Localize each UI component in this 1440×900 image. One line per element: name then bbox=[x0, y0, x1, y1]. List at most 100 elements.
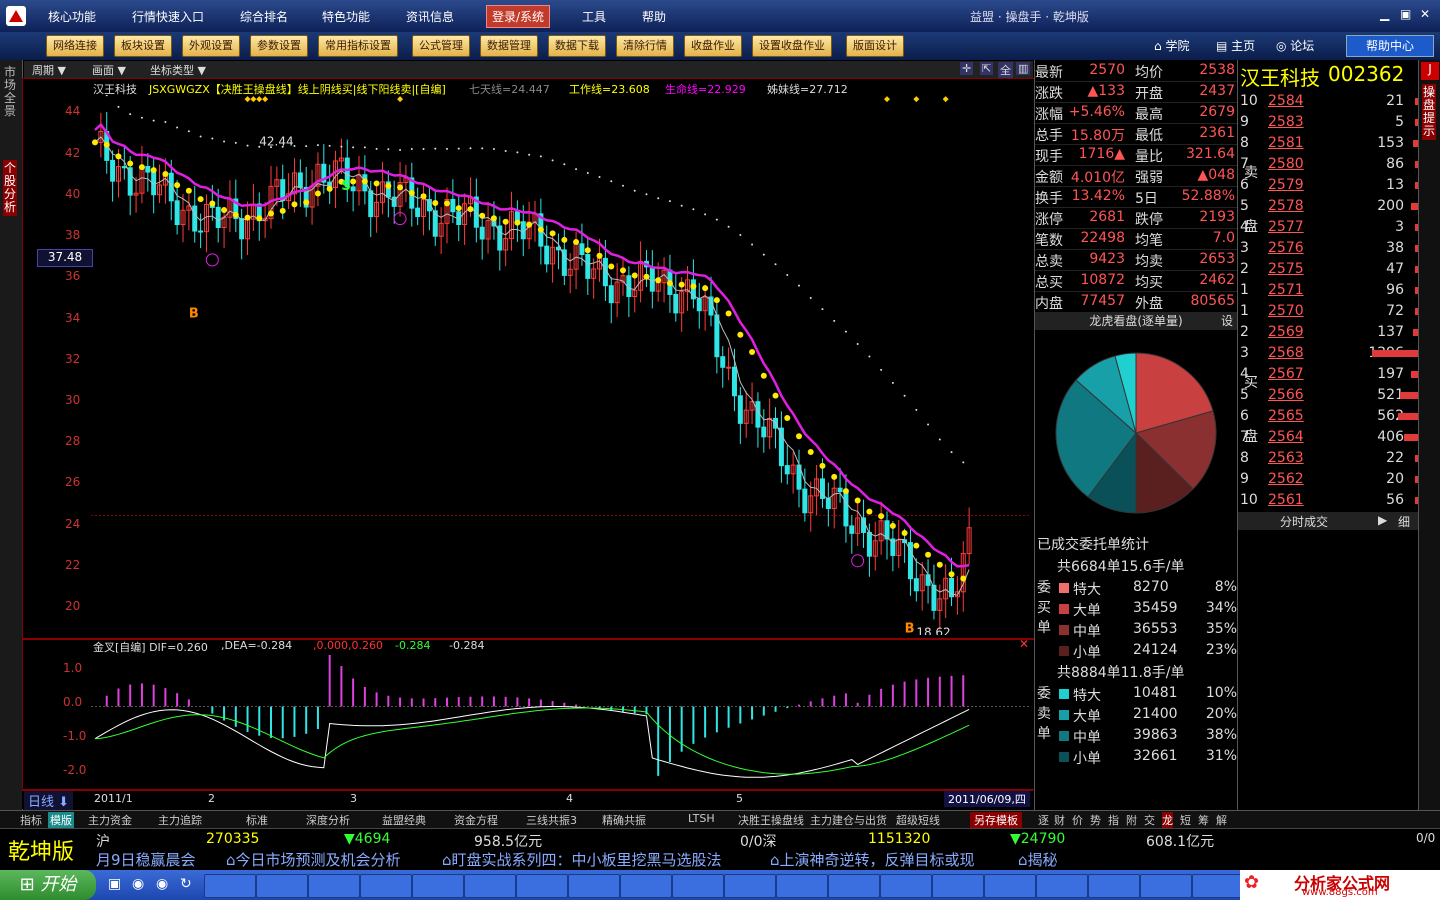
order-book-row[interactable]: 1 2570 72 bbox=[1238, 302, 1418, 322]
appearance-button[interactable]: 外观设置 bbox=[182, 35, 240, 57]
period-dropdown[interactable]: 周期 ▼ bbox=[32, 62, 66, 78]
close-icon[interactable]: ✕ bbox=[1420, 7, 1430, 21]
data-manage-button[interactable]: 数据管理 bbox=[480, 35, 538, 57]
order-book-row[interactable]: 7 2580 86 bbox=[1238, 155, 1418, 175]
taskbar-window-button[interactable] bbox=[464, 874, 516, 898]
taskbar-window-button[interactable] bbox=[516, 874, 568, 898]
forum-link[interactable]: ◎ 论坛 bbox=[1276, 37, 1314, 54]
full-icon[interactable]: 全 bbox=[998, 62, 1013, 78]
coord-dropdown[interactable]: 坐标类型 ▼ bbox=[150, 62, 206, 78]
quicklaunch-icon[interactable]: ◉ bbox=[156, 876, 168, 892]
taskbar-window-button[interactable] bbox=[880, 874, 932, 898]
price-plot[interactable]: 42.44 18.62 S B B bbox=[91, 95, 1031, 635]
set-close-job-button[interactable]: 设置收盘作业 bbox=[752, 35, 832, 57]
news-item[interactable]: ⌂上演神奇逆转，反弹目标或现 bbox=[770, 849, 975, 870]
indicator-tab[interactable]: 超级短线 bbox=[896, 812, 940, 828]
indicator-tab[interactable]: 价 bbox=[1072, 812, 1083, 828]
indicator-tab[interactable]: 益盟经典 bbox=[382, 812, 426, 828]
indicator-tab[interactable]: 主力追踪 bbox=[158, 812, 202, 828]
sector-settings-button[interactable]: 板块设置 bbox=[114, 35, 172, 57]
order-book-row[interactable]: 10 2561 56 bbox=[1238, 491, 1418, 511]
order-book-row[interactable]: 4 2577 3 bbox=[1238, 218, 1418, 238]
indicator-tab[interactable]: 决胜王操盘线 bbox=[738, 812, 804, 828]
start-button[interactable]: ⊞ 开始 bbox=[0, 870, 96, 900]
menu-ranking[interactable]: 综合排名 bbox=[240, 8, 288, 25]
taskbar-window-button[interactable] bbox=[1140, 874, 1192, 898]
data-download-button[interactable]: 数据下载 bbox=[548, 35, 606, 57]
indicator-settings-button[interactable]: 常用指标设置 bbox=[318, 35, 398, 57]
multi-icon[interactable]: ▥ bbox=[1016, 62, 1031, 75]
indicator-tab[interactable]: 短 bbox=[1180, 812, 1191, 828]
minimize-icon[interactable]: ▁ bbox=[1380, 7, 1389, 21]
taskbar-window-button[interactable] bbox=[1088, 874, 1140, 898]
quicklaunch-icon[interactable]: ↻ bbox=[180, 876, 192, 892]
order-book-row[interactable]: 7 2564 406 bbox=[1238, 428, 1418, 448]
indicator-tab[interactable]: 另存模板 bbox=[970, 812, 1022, 828]
taskbar-window-button[interactable] bbox=[568, 874, 620, 898]
network-button[interactable]: 网络连接 bbox=[46, 35, 104, 57]
order-book-row[interactable]: 10 2584 21 bbox=[1238, 92, 1418, 112]
order-book-row[interactable]: 9 2583 5 bbox=[1238, 113, 1418, 133]
taskbar-window-button[interactable] bbox=[1192, 874, 1244, 898]
order-book-row[interactable]: 5 2566 521 bbox=[1238, 386, 1418, 406]
taskbar-window-button[interactable] bbox=[776, 874, 828, 898]
indicator-tab[interactable]: 筹 bbox=[1198, 812, 1209, 828]
formula-button[interactable]: 公式管理 bbox=[412, 35, 470, 57]
menu-core[interactable]: 核心功能 bbox=[48, 8, 96, 25]
menu-login[interactable]: 登录/系统 bbox=[486, 5, 551, 28]
order-book-row[interactable]: 1 2571 96 bbox=[1238, 281, 1418, 301]
stock-analysis-tab[interactable]: 个股分析 bbox=[3, 160, 17, 216]
indicator-tab[interactable]: 深度分析 bbox=[306, 812, 350, 828]
indicator-tab[interactable]: 指标 bbox=[20, 812, 42, 828]
indicator-tab[interactable]: 主力建仓与出货 bbox=[810, 812, 887, 828]
indicator-tab[interactable]: 资金方程 bbox=[454, 812, 498, 828]
indicator-tab[interactable]: 标准 bbox=[246, 812, 268, 828]
taskbar-window-button[interactable] bbox=[620, 874, 672, 898]
taskbar-window-button[interactable] bbox=[308, 874, 360, 898]
order-book-row[interactable]: 6 2579 13 bbox=[1238, 176, 1418, 196]
indicator-tab[interactable]: 逐 bbox=[1038, 812, 1049, 828]
indicator-tab[interactable]: 主力资金 bbox=[88, 812, 132, 828]
order-book-row[interactable]: 8 2581 153 bbox=[1238, 134, 1418, 154]
indicator-tab[interactable]: 交 bbox=[1144, 812, 1155, 828]
order-book-row[interactable]: 3 2576 38 bbox=[1238, 239, 1418, 259]
indicator-tab[interactable]: 解 bbox=[1216, 812, 1227, 828]
indicator-tab[interactable]: 势 bbox=[1090, 812, 1101, 828]
taskbar-window-button[interactable] bbox=[412, 874, 464, 898]
clear-quotes-button[interactable]: 清除行情 bbox=[616, 35, 674, 57]
indicator-tab[interactable]: LTSH bbox=[688, 812, 715, 825]
indicator-tab[interactable]: 三线共振3 bbox=[526, 812, 577, 828]
order-book-row[interactable]: 5 2578 200 bbox=[1238, 197, 1418, 217]
restore-icon[interactable]: ▣ bbox=[1400, 7, 1411, 21]
params-button[interactable]: 参数设置 bbox=[250, 35, 308, 57]
taskbar-window-button[interactable] bbox=[984, 874, 1036, 898]
help-center-button[interactable]: 帮助中心 bbox=[1346, 35, 1434, 57]
taskbar-window-button[interactable] bbox=[360, 874, 412, 898]
taskbar-window-button[interactable] bbox=[672, 874, 724, 898]
menu-features[interactable]: 特色功能 bbox=[322, 8, 370, 25]
crosshair-icon[interactable]: ✛ bbox=[960, 62, 974, 75]
news-item[interactable]: ⌂盯盘实战系列四：中小板里挖黑马选股法 bbox=[442, 849, 722, 870]
menu-news[interactable]: 资讯信息 bbox=[406, 8, 454, 25]
period-selector[interactable]: 日线 ⬇ bbox=[24, 791, 74, 810]
menu-tools[interactable]: 工具 bbox=[582, 8, 606, 25]
trade-tips-tab[interactable]: 操盘提示 bbox=[1422, 84, 1436, 140]
macd-plot[interactable] bbox=[91, 655, 1031, 787]
screen-dropdown[interactable]: 画面 ▼ bbox=[92, 62, 126, 78]
tab-detail[interactable]: 细 bbox=[1398, 513, 1410, 530]
home-link[interactable]: ▤ 主页 bbox=[1216, 37, 1255, 54]
taskbar-window-button[interactable] bbox=[724, 874, 776, 898]
layout-design-button[interactable]: 版面设计 bbox=[846, 35, 904, 57]
tab-arrow-icon[interactable]: ▶ bbox=[1378, 513, 1387, 527]
order-book-row[interactable]: 4 2567 197 bbox=[1238, 365, 1418, 385]
order-book-row[interactable]: 8 2563 22 bbox=[1238, 449, 1418, 469]
indicator-tab[interactable]: 精确共振 bbox=[602, 812, 646, 828]
taskbar-window-button[interactable] bbox=[932, 874, 984, 898]
taskbar-window-button[interactable] bbox=[256, 874, 308, 898]
taskbar-window-button[interactable] bbox=[204, 874, 256, 898]
zoom-icon[interactable]: ⇱ bbox=[980, 62, 994, 75]
academy-link[interactable]: ⌂ 学院 bbox=[1154, 37, 1189, 54]
indicator-tab[interactable]: 指 bbox=[1108, 812, 1119, 828]
market-overview-tab[interactable]: 市场全景 bbox=[3, 66, 17, 118]
menu-help[interactable]: 帮助 bbox=[642, 8, 666, 25]
